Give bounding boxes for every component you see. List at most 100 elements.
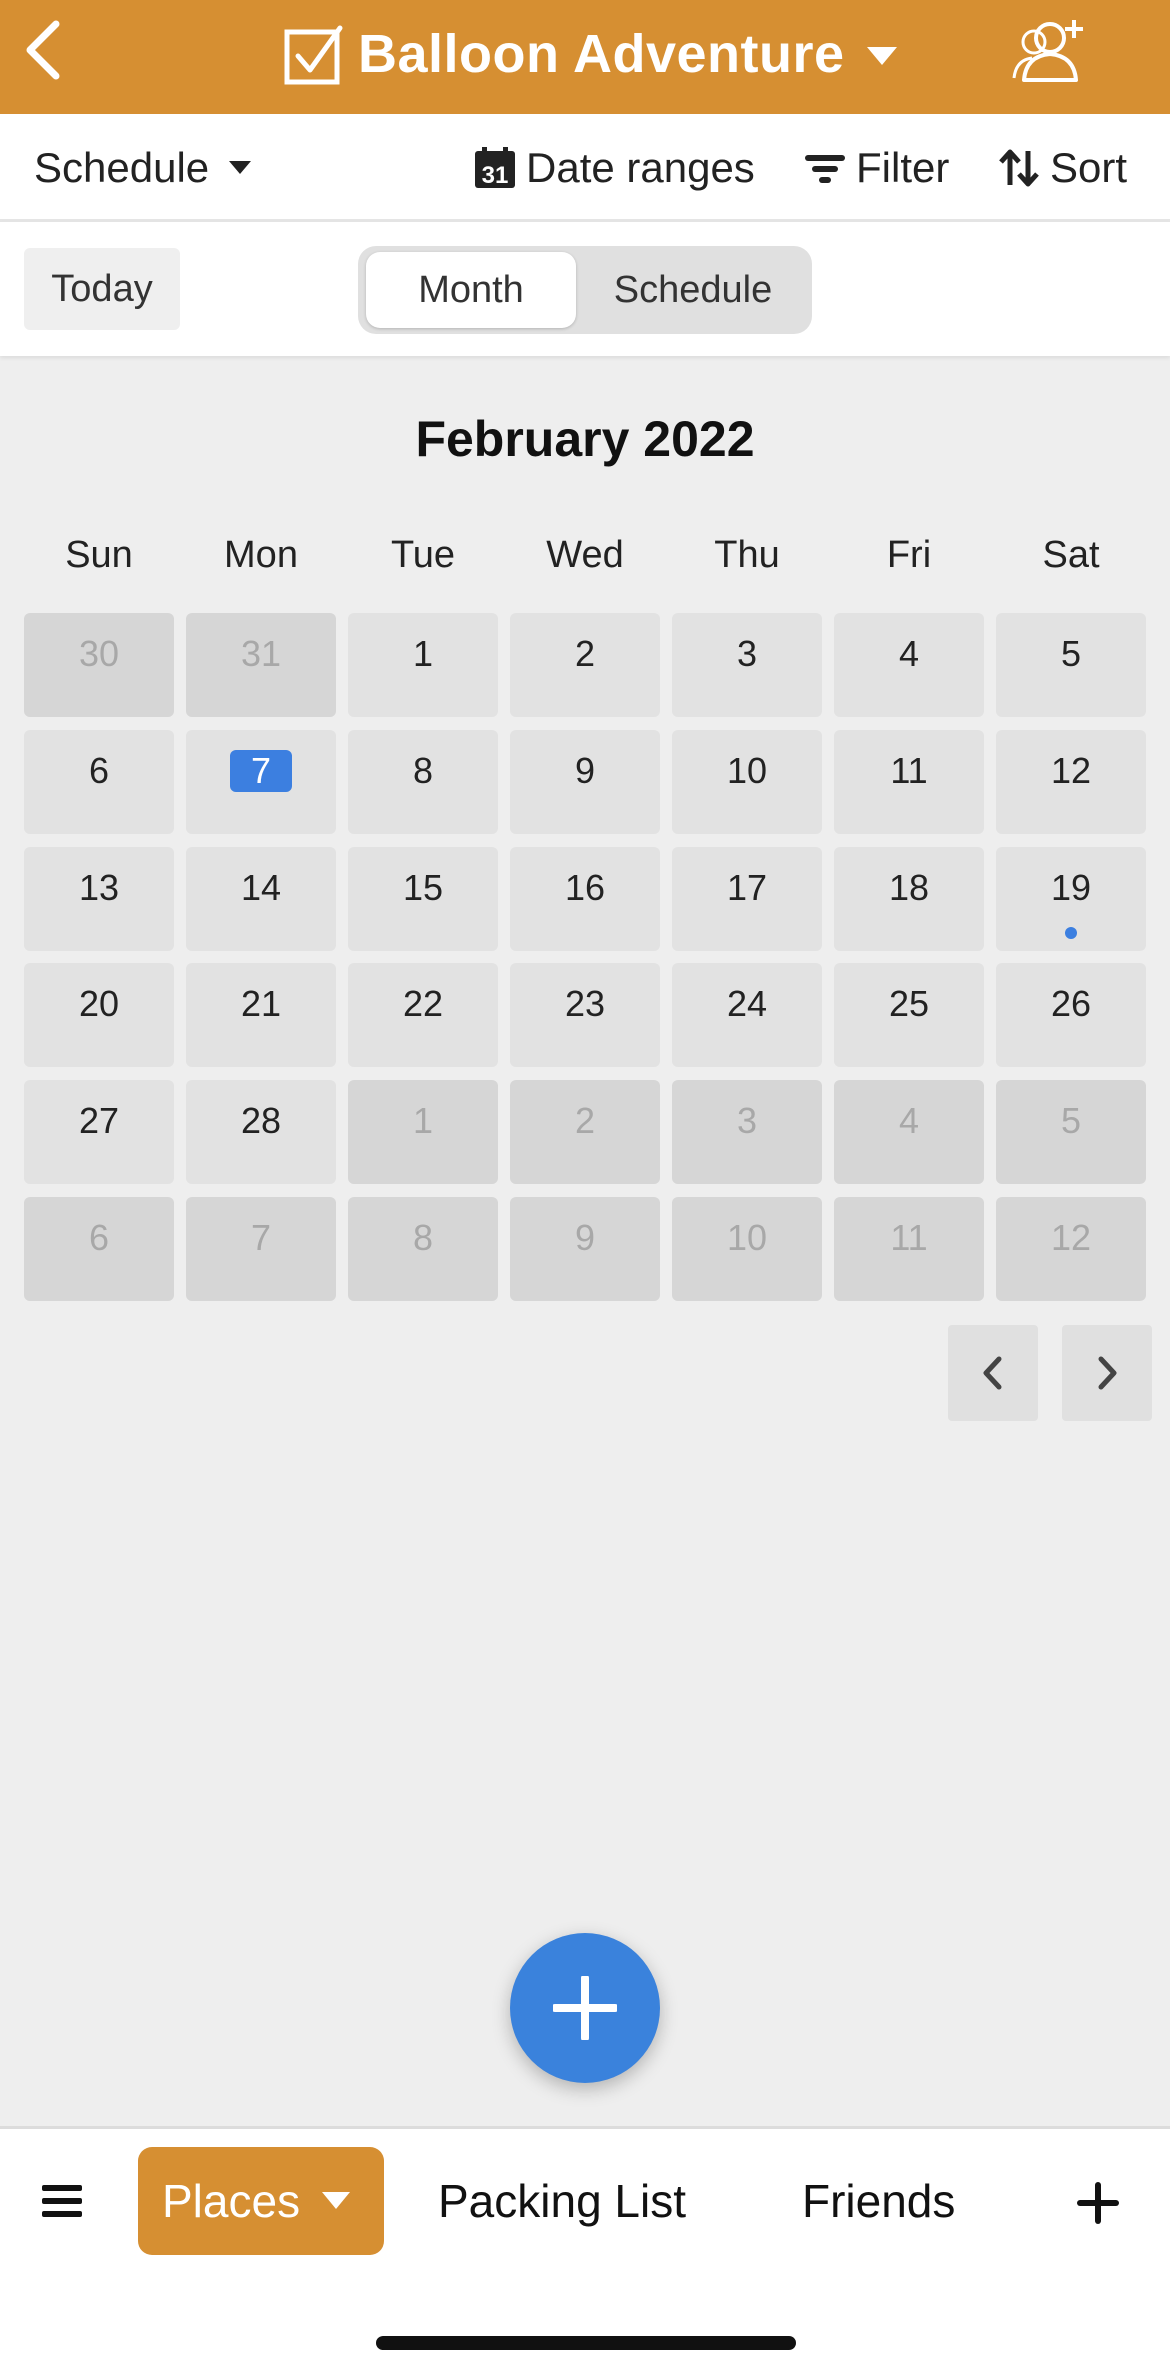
add-item-button[interactable] [510,1933,660,2083]
calendar-day-cell[interactable]: 30 [24,613,174,717]
view-selector[interactable]: Schedule [34,114,252,222]
calendar-day-cell[interactable]: 12 [996,729,1146,834]
today-button[interactable]: Today [24,248,180,330]
day-number: 11 [890,1217,928,1258]
day-number: 26 [1050,983,1092,1025]
sort-button[interactable]: Sort [998,114,1127,222]
calendar-day-cell[interactable]: 21 [186,963,336,1068]
calendar-icon: 31 [475,147,515,189]
add-tab-button[interactable] [1076,2181,1120,2225]
calendar-day-cell[interactable]: 4 [834,1080,984,1185]
calendar-controls: Today Month Schedule [0,222,1170,356]
calendar-day-cell[interactable]: 14 [186,846,336,951]
chevron-left-icon [983,1356,1002,1390]
date-ranges-button[interactable]: 31 Date ranges [474,114,755,222]
day-number: 7 [250,749,272,791]
calendar-day-cell[interactable]: 2 [510,613,660,717]
segment-schedule[interactable]: Schedule [582,252,804,328]
day-number: 15 [402,866,444,908]
calendar-day-cell[interactable]: 7 [186,1197,336,1301]
day-number: 6 [88,749,110,791]
calendar-day-cell[interactable]: 11 [834,1197,984,1301]
segment-month[interactable]: Month [366,252,576,328]
calendar-day-cell[interactable]: 24 [672,963,822,1068]
calendar-day-cell[interactable]: 20 [24,963,174,1068]
calendar-day-cell[interactable]: 8 [348,1197,498,1301]
view-segmented-control: Month Schedule [358,246,812,334]
calendar-day-cell[interactable]: 19 [996,846,1146,951]
calendar-day-cell[interactable]: 17 [672,846,822,951]
calendar-day-cell[interactable]: 5 [996,1080,1146,1185]
filter-button[interactable]: Filter [804,114,949,222]
calendar-day-cell[interactable]: 25 [834,963,984,1068]
day-number: 31 [240,633,282,674]
day-number: 21 [240,983,282,1025]
toolbar: Schedule 31 Date ranges Filter Sort [0,114,1170,222]
calendar-day-cell[interactable]: 10 [672,1197,822,1301]
day-number: 22 [402,983,444,1025]
calendar-day-cell[interactable]: 9 [510,729,660,834]
calendar-day-cell[interactable]: 1 [348,1080,498,1185]
plus-icon [553,1976,617,2040]
day-number: 16 [564,866,606,908]
calendar-day-cell[interactable]: 6 [24,1197,174,1301]
back-button[interactable] [20,18,68,82]
day-number: 12 [1050,749,1092,791]
day-number: 4 [898,1100,920,1142]
calendar-day-cell[interactable]: 8 [348,729,498,834]
calendar-day-cell[interactable]: 31 [186,613,336,717]
share-button[interactable] [1010,14,1090,90]
calendar-day-cell[interactable]: 2 [510,1080,660,1185]
weekday-label: Tue [390,534,456,576]
calendar-icon-number: 31 [482,162,509,189]
calendar-day-cell[interactable]: 5 [996,613,1146,717]
calendar-day-cell[interactable]: 18 [834,846,984,951]
day-number: 2 [574,1100,596,1142]
day-number: 7 [250,1217,272,1258]
calendar-day-cell[interactable]: 6 [24,729,174,834]
previous-month-button[interactable] [948,1325,1038,1421]
day-number: 13 [78,866,120,908]
calendar-day-cell[interactable]: 22 [348,963,498,1068]
tab-places[interactable]: Places [138,2147,384,2255]
calendar-day-cell[interactable]: 4 [834,613,984,717]
calendar-day-cell[interactable]: 27 [24,1080,174,1185]
calendar-day-cell[interactable]: 23 [510,963,660,1068]
tab-packing-list[interactable]: Packing List [438,2147,686,2255]
calendar-day-cell[interactable]: 1 [348,613,498,717]
list-title-selector[interactable]: Balloon Adventure [282,14,897,94]
calendar-day-cell[interactable]: 3 [672,1080,822,1185]
day-number: 14 [240,866,282,908]
calendar-day-cell[interactable]: 12 [996,1197,1146,1301]
calendar-day-cell[interactable]: 9 [510,1197,660,1301]
calendar-day-cell[interactable]: 3 [672,613,822,717]
day-number: 6 [88,1217,110,1258]
day-number: 4 [898,633,920,674]
weekday-label: Mon [224,534,298,576]
next-month-button[interactable] [1062,1325,1152,1421]
month-title: February 2022 [415,411,755,467]
day-number: 8 [412,749,434,791]
calendar-day-cell[interactable]: 28 [186,1080,336,1185]
sort-label: Sort [1050,144,1128,191]
calendar-day-cell[interactable]: 10 [672,729,822,834]
calendar-day-cell[interactable]: 13 [24,846,174,951]
day-number: 30 [78,633,120,674]
event-indicator-dot [1065,926,1077,939]
caret-down-icon [229,161,252,174]
day-number: 9 [574,749,596,791]
calendar-day-cell[interactable]: 15 [348,846,498,951]
filter-label: Filter [856,144,950,191]
day-number: 9 [574,1217,596,1258]
app-header: Balloon Adventure [0,0,1170,114]
back-icon [26,20,60,80]
weekday-label: Fri [886,534,932,576]
calendar-day-cell[interactable]: 16 [510,846,660,951]
calendar-day-cell[interactable]: 26 [996,963,1146,1068]
tab-friends[interactable]: Friends [802,2147,955,2255]
calendar-day-cell[interactable]: 7 [186,729,336,834]
calendar-day-cell[interactable]: 11 [834,729,984,834]
add-friend-icon [1012,20,1083,82]
menu-button[interactable] [40,2179,84,2223]
checkbox-icon [284,25,343,85]
